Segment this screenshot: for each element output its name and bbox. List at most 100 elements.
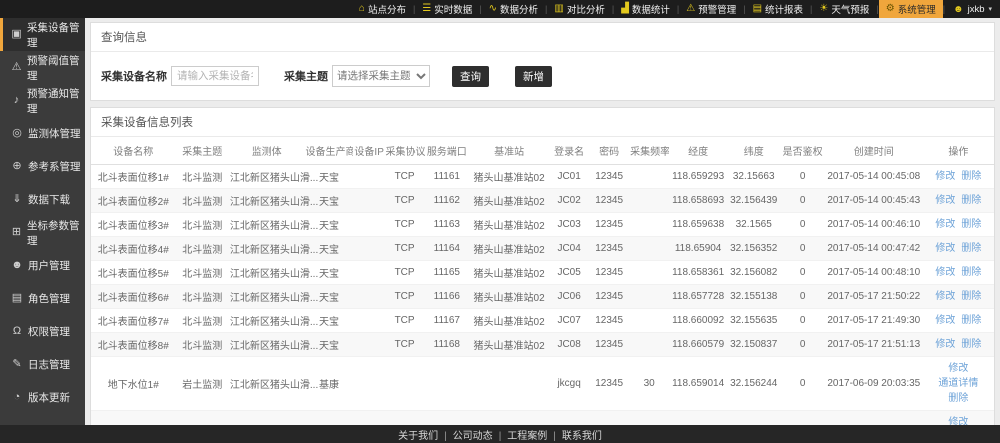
- delete-link[interactable]: 删除: [961, 265, 981, 280]
- sidebar-item-device-management[interactable]: ▣采集设备管理: [0, 18, 85, 51]
- table-cell: 北斗表面位移5#: [91, 261, 176, 285]
- channel-detail-link[interactable]: 通道详情: [938, 376, 978, 391]
- delete-link[interactable]: 删除: [961, 217, 981, 232]
- modify-link[interactable]: 修改: [935, 289, 955, 304]
- table-cell: 岩土监测: [176, 357, 229, 411]
- table-cell: 猪头山基准站02: [469, 237, 549, 261]
- delete-link[interactable]: 删除: [961, 241, 981, 256]
- wifi-icon: ◎: [11, 128, 23, 139]
- table-cell: [629, 285, 669, 309]
- add-button[interactable]: 新增: [515, 66, 552, 87]
- nav-item-compare-analysis[interactable]: ▥对比分析: [547, 0, 611, 18]
- device-name-label: 采集设备名称: [101, 68, 167, 84]
- sidebar-item-version-update[interactable]: ◔版本更新: [0, 381, 85, 414]
- table-cell: 30: [629, 411, 669, 426]
- modify-link[interactable]: 修改: [948, 361, 968, 376]
- column-header: 采集主题: [176, 137, 229, 165]
- table-cell: [353, 357, 384, 411]
- table-cell: 2017-06-09 20:07:25: [825, 411, 923, 426]
- delete-link[interactable]: 删除: [961, 337, 981, 352]
- table-cell: 11168: [425, 333, 469, 357]
- search-button[interactable]: 查询: [452, 66, 489, 87]
- sidebar-item-reference-system[interactable]: ⊕参考系管理: [0, 150, 85, 183]
- table-cell: 北斗监测: [176, 333, 229, 357]
- query-panel-title: 查询信息: [91, 23, 994, 52]
- table-cell: [353, 213, 384, 237]
- report-icon: ▤: [753, 4, 762, 14]
- modify-link[interactable]: 修改: [935, 193, 955, 208]
- table-cell: 12345: [589, 165, 629, 189]
- modify-link[interactable]: 修改: [935, 217, 955, 232]
- nav-item-site-distribution[interactable]: ⌂站点分布: [352, 0, 413, 18]
- sidebar-item-alert-threshold[interactable]: ⚠预警阈值管理: [0, 51, 85, 84]
- footer: 关于我们|公司动态|工程案例|联系我们: [0, 425, 1000, 443]
- device-name-input[interactable]: [171, 66, 259, 86]
- sidebar-item-label: 坐标参数管理: [27, 218, 85, 248]
- footer-link-1[interactable]: 关于我们: [398, 431, 438, 442]
- sidebar-item-alert-notification[interactable]: ♪预警通知管理: [0, 84, 85, 117]
- table-cell: 12345: [589, 261, 629, 285]
- sidebar-item-user-management[interactable]: ☻用户管理: [0, 249, 85, 282]
- table-cell: 北斗表面位移3#: [91, 213, 176, 237]
- sidebar-item-role-management[interactable]: ▤角色管理: [0, 282, 85, 315]
- modify-link[interactable]: 修改: [935, 169, 955, 184]
- table-cell: 0: [780, 165, 824, 189]
- modify-link[interactable]: 修改: [935, 313, 955, 328]
- delete-link[interactable]: 删除: [948, 391, 968, 406]
- modify-link[interactable]: 修改: [935, 265, 955, 280]
- nav-item-alert-management[interactable]: ⚠预警管理: [679, 0, 743, 18]
- nav-item-data-analysis[interactable]: ∿数据分析: [482, 0, 545, 18]
- alarm-icon: ⚠: [686, 4, 695, 14]
- footer-link-2[interactable]: 公司动态: [453, 431, 493, 442]
- table-cell: 猪头山基准站02: [469, 165, 549, 189]
- delete-link[interactable]: 删除: [961, 169, 981, 184]
- table-cell: 北斗监测: [176, 189, 229, 213]
- nav-item-realtime-data[interactable]: ☰实时数据: [415, 0, 479, 18]
- delete-link[interactable]: 删除: [961, 313, 981, 328]
- delete-link[interactable]: 删除: [961, 289, 981, 304]
- table-row: 北斗表面位移2#北斗监测江北新区猪头山滑...天宝TCP11162猪头山基准站0…: [91, 189, 994, 213]
- table-cell: TCP: [385, 309, 425, 333]
- table-cell: JC05: [549, 261, 589, 285]
- table-cell: 江北新区猪头山滑...: [229, 333, 305, 357]
- sidebar-item-coordinate-params[interactable]: ⊞坐标参数管理: [0, 216, 85, 249]
- table-cell: 32.156244: [727, 357, 780, 411]
- table-cell: [425, 357, 469, 411]
- topic-select[interactable]: 请选择采集主题: [332, 65, 430, 87]
- topnav-items: ⌂站点分布|☰实时数据|∿数据分析|▥对比分析|▟数据统计|⚠预警管理|▤统计报…: [352, 0, 945, 18]
- nav-item-report-statistics[interactable]: ▤统计报表: [746, 0, 810, 18]
- modify-link[interactable]: 修改: [935, 337, 955, 352]
- query-form: 采集设备名称 采集主题 请选择采集主题 查询 新增: [91, 52, 994, 100]
- table-cell: 北斗表面位移6#: [91, 285, 176, 309]
- sidebar-item-permission-management[interactable]: Ω权限管理: [0, 315, 85, 348]
- sidebar-item-log-management[interactable]: ✎日志管理: [0, 348, 85, 381]
- modify-link[interactable]: 修改: [948, 415, 968, 425]
- footer-link-3[interactable]: 工程案例: [507, 431, 547, 442]
- modify-link[interactable]: 修改: [935, 241, 955, 256]
- table-row: 北斗表面位移4#北斗监测江北新区猪头山滑...天宝TCP11164猪头山基准站0…: [91, 237, 994, 261]
- delete-link[interactable]: 删除: [961, 193, 981, 208]
- table-cell: 北斗表面位移7#: [91, 309, 176, 333]
- nav-item-label: 站点分布: [368, 2, 406, 16]
- table-cell: 岩土监测: [176, 411, 229, 426]
- footer-link-4[interactable]: 联系我们: [562, 431, 602, 442]
- chart-icon: ∿: [489, 4, 497, 14]
- table-cell: 118.659293: [669, 165, 727, 189]
- table-cell: 0: [780, 237, 824, 261]
- device-table: 设备名称采集主题监测体设备生产商设备IP采集协议服务端口基准站登录名密码采集频率…: [91, 137, 994, 425]
- sidebar-item-label: 监测体管理: [28, 126, 81, 141]
- table-cell: 118.658361: [669, 261, 727, 285]
- table-cell: [629, 237, 669, 261]
- nav-item-system-management[interactable]: ⚙系统管理: [879, 0, 943, 18]
- sidebar-item-data-download[interactable]: ⇓数据下载: [0, 183, 85, 216]
- sidebar-item-label: 版本更新: [28, 390, 70, 405]
- nav-item-weather-forecast[interactable]: ☀天气预报: [812, 0, 876, 18]
- table-cell: 北斗表面位移1#: [91, 165, 176, 189]
- nav-item-data-statistics[interactable]: ▟数据统计: [614, 0, 677, 18]
- table-cell: 11164: [425, 237, 469, 261]
- table-cell: 北斗监测: [176, 213, 229, 237]
- user-menu[interactable]: ☻ jxkb ▾: [945, 4, 992, 15]
- table-cell: JC08: [549, 333, 589, 357]
- sidebar-item-monitor-body[interactable]: ◎ 监测体管理: [0, 117, 85, 150]
- table-panel-title: 采集设备信息列表: [91, 108, 994, 137]
